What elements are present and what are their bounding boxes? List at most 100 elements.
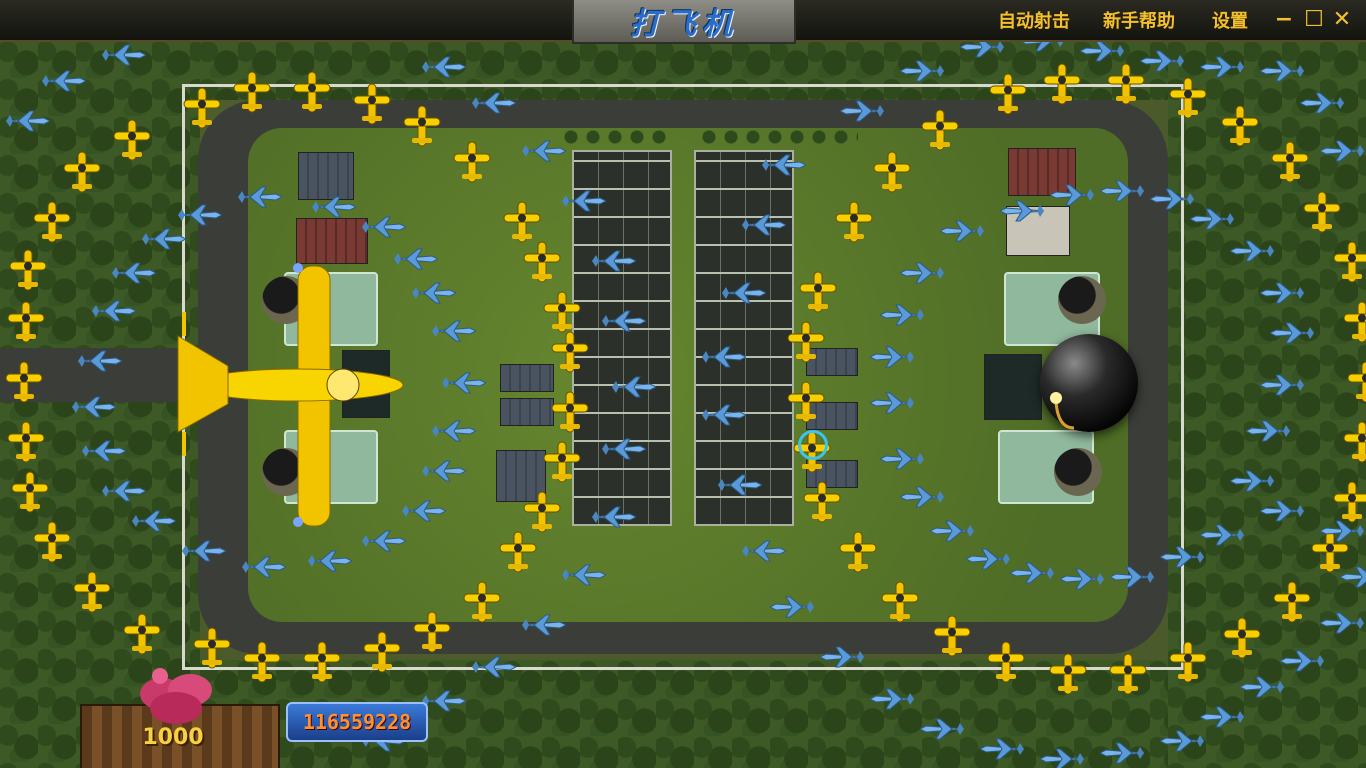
yellow-propeller-plane-icon[interactable]	[918, 108, 962, 152]
yellow-propeller-plane-icon[interactable]	[520, 240, 564, 284]
yellow-propeller-plane-icon[interactable]	[1040, 62, 1084, 106]
blue-jet-fighter-icon[interactable]	[560, 564, 606, 586]
blue-jet-fighter-icon[interactable]	[1160, 730, 1206, 752]
yellow-propeller-plane-icon[interactable]	[6, 248, 50, 292]
yellow-propeller-plane-icon[interactable]	[548, 390, 592, 434]
yellow-propeller-plane-icon[interactable]	[1166, 640, 1210, 684]
blue-jet-fighter-icon[interactable]	[40, 70, 86, 92]
blue-jet-fighter-icon[interactable]	[560, 190, 606, 212]
yellow-propeller-plane-icon[interactable]	[410, 610, 454, 654]
blue-jet-fighter-icon[interactable]	[740, 540, 786, 562]
blue-jet-fighter-icon[interactable]	[80, 440, 126, 462]
blue-jet-fighter-icon[interactable]	[980, 738, 1026, 760]
blue-jet-fighter-icon[interactable]	[1260, 374, 1306, 396]
blue-jet-fighter-icon[interactable]	[430, 320, 476, 342]
blue-jet-fighter-icon[interactable]	[870, 346, 916, 368]
blue-jet-fighter-icon[interactable]	[1190, 208, 1236, 230]
blue-jet-fighter-icon[interactable]	[1240, 676, 1286, 698]
yellow-propeller-plane-icon[interactable]	[30, 200, 74, 244]
yellow-propeller-plane-icon[interactable]	[500, 200, 544, 244]
yellow-propeller-plane-icon[interactable]	[1220, 616, 1264, 660]
blue-jet-fighter-icon[interactable]	[180, 540, 226, 562]
yellow-propeller-plane-icon[interactable]	[1340, 420, 1366, 464]
yellow-propeller-plane-icon[interactable]	[520, 490, 564, 534]
yellow-propeller-plane-icon[interactable]	[70, 570, 114, 614]
blue-jet-fighter-icon[interactable]	[70, 396, 116, 418]
blue-jet-fighter-icon[interactable]	[1000, 200, 1046, 222]
blue-jet-fighter-icon[interactable]	[1270, 322, 1316, 344]
yellow-propeller-plane-icon[interactable]	[290, 70, 334, 114]
blue-jet-fighter-icon[interactable]	[1010, 562, 1056, 584]
blue-jet-fighter-icon[interactable]	[590, 506, 636, 528]
yellow-propeller-plane-icon[interactable]	[984, 640, 1028, 684]
yellow-propeller-plane-icon[interactable]	[1344, 360, 1366, 404]
blue-jet-fighter-icon[interactable]	[1280, 650, 1326, 672]
yellow-propeller-plane-icon[interactable]	[540, 440, 584, 484]
yellow-propeller-plane-icon[interactable]	[800, 480, 844, 524]
yellow-propeller-plane-icon[interactable]	[1340, 300, 1366, 344]
yellow-propeller-plane-icon[interactable]	[1106, 652, 1150, 696]
blue-jet-fighter-icon[interactable]	[720, 282, 766, 304]
yellow-propeller-plane-icon[interactable]	[496, 530, 540, 574]
crosshair-icon[interactable]	[798, 430, 828, 460]
yellow-propeller-plane-icon[interactable]	[460, 580, 504, 624]
yellow-propeller-plane-icon[interactable]	[2, 360, 46, 404]
blue-jet-fighter-icon[interactable]	[590, 250, 636, 272]
blue-jet-fighter-icon[interactable]	[1060, 568, 1106, 590]
yellow-propeller-plane-icon[interactable]	[60, 150, 104, 194]
yellow-propeller-plane-icon[interactable]	[1046, 652, 1090, 696]
blue-jet-fighter-icon[interactable]	[140, 228, 186, 250]
blue-jet-fighter-icon[interactable]	[176, 204, 222, 226]
blue-jet-fighter-icon[interactable]	[870, 688, 916, 710]
blue-jet-fighter-icon[interactable]	[1260, 282, 1306, 304]
blue-jet-fighter-icon[interactable]	[700, 404, 746, 426]
blue-jet-fighter-icon[interactable]	[100, 44, 146, 66]
blue-jet-fighter-icon[interactable]	[1100, 180, 1146, 202]
yellow-propeller-plane-icon[interactable]	[784, 380, 828, 424]
blue-jet-fighter-icon[interactable]	[1230, 240, 1276, 262]
blue-jet-fighter-icon[interactable]	[610, 376, 656, 398]
blue-jet-fighter-icon[interactable]	[1320, 520, 1366, 542]
blue-jet-fighter-icon[interactable]	[966, 548, 1012, 570]
blue-jet-fighter-icon[interactable]	[1260, 60, 1306, 82]
blue-jet-fighter-icon[interactable]	[310, 196, 356, 218]
blue-jet-fighter-icon[interactable]	[420, 460, 466, 482]
blue-jet-fighter-icon[interactable]	[820, 646, 866, 668]
yellow-propeller-plane-icon[interactable]	[986, 72, 1030, 116]
yellow-propeller-plane-icon[interactable]	[230, 70, 274, 114]
blue-jet-fighter-icon[interactable]	[520, 140, 566, 162]
blue-jet-fighter-icon[interactable]	[920, 718, 966, 740]
blue-jet-fighter-icon[interactable]	[1230, 470, 1276, 492]
blue-jet-fighter-icon[interactable]	[716, 474, 762, 496]
blue-jet-fighter-icon[interactable]	[1246, 420, 1292, 442]
yellow-propeller-plane-icon[interactable]	[1218, 104, 1262, 148]
blue-jet-fighter-icon[interactable]	[740, 214, 786, 236]
blue-jet-fighter-icon[interactable]	[880, 304, 926, 326]
blue-jet-fighter-icon[interactable]	[100, 480, 146, 502]
yellow-propeller-plane-icon[interactable]	[870, 150, 914, 194]
blue-jet-fighter-icon[interactable]	[1200, 524, 1246, 546]
blue-jet-fighter-icon[interactable]	[700, 346, 746, 368]
yellow-propeller-plane-icon[interactable]	[360, 630, 404, 674]
blue-jet-fighter-icon[interactable]	[420, 56, 466, 78]
blue-jet-fighter-icon[interactable]	[1160, 546, 1206, 568]
blue-jet-fighter-icon[interactable]	[1050, 184, 1096, 206]
maximize-button[interactable]: ☐	[1302, 7, 1326, 32]
yellow-propeller-plane-icon[interactable]	[450, 140, 494, 184]
game-stage[interactable]: 1000 116559228	[0, 0, 1366, 768]
menu-auto-shoot[interactable]: 自动射击	[998, 6, 1070, 34]
yellow-propeller-plane-icon[interactable]	[4, 300, 48, 344]
yellow-propeller-plane-icon[interactable]	[878, 580, 922, 624]
menu-help[interactable]: 新手帮助	[1103, 6, 1175, 34]
yellow-propeller-plane-icon[interactable]	[120, 612, 164, 656]
yellow-propeller-plane-icon[interactable]	[1300, 190, 1344, 234]
yellow-propeller-plane-icon[interactable]	[1166, 76, 1210, 120]
blue-jet-fighter-icon[interactable]	[1320, 612, 1366, 634]
blue-jet-fighter-icon[interactable]	[1140, 50, 1186, 72]
yellow-propeller-plane-icon[interactable]	[240, 640, 284, 684]
yellow-propeller-plane-icon[interactable]	[400, 104, 444, 148]
yellow-propeller-plane-icon[interactable]	[1268, 140, 1312, 184]
blue-jet-fighter-icon[interactable]	[1260, 500, 1306, 522]
blue-jet-fighter-icon[interactable]	[430, 420, 476, 442]
yellow-propeller-plane-icon[interactable]	[1330, 480, 1366, 524]
